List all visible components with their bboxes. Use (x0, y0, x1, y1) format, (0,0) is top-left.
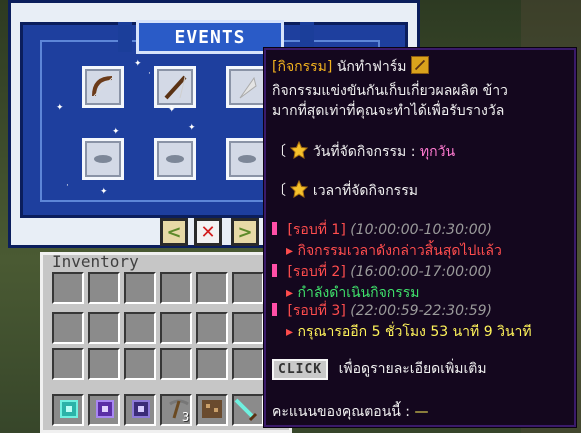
inventory-slot[interactable] (196, 272, 228, 304)
ore-block-icon[interactable] (200, 398, 224, 420)
inventory-slot[interactable] (88, 348, 120, 380)
click-button[interactable]: CLICK (272, 359, 329, 380)
inventory-title: Inventory (52, 252, 139, 271)
inventory-slot[interactable] (232, 272, 264, 304)
round-3-time: (22:00:59-22:30:59) (350, 303, 492, 319)
inventory-slot[interactable] (196, 312, 228, 344)
event-slot-feather[interactable] (226, 66, 268, 108)
inventory-slot[interactable] (124, 348, 156, 380)
event-day-row: 〔 วันที่จัดกิจกรรม : ทุกวัน (272, 141, 455, 163)
inventory-slot[interactable] (52, 312, 84, 344)
diamond-sword-icon[interactable] (232, 396, 260, 422)
arrow-icon: ▸ (286, 243, 294, 259)
event-slot-bow[interactable] (82, 66, 124, 108)
round-1-status: กิจกรรมเวลาดังกล่าวสิ้นสุดไปแล้ว (297, 243, 502, 259)
score-row: คะแนนของคุณตอนนี้ : — (272, 401, 428, 423)
sparkle-icon: ✦ (168, 105, 176, 115)
next-page-button[interactable]: > (231, 218, 259, 246)
event-slot-empty[interactable] (226, 138, 268, 180)
round-3-status-row: ▸ กรุณารออีก 5 ชั่วโมง 53 นาที 9 วินาที (286, 321, 532, 343)
round-1-status-row: ▸ กิจกรรมเวลาดังกล่าวสิ้นสุดไปแล้ว (286, 240, 502, 262)
event-slot-fishing-rod[interactable] (154, 66, 196, 108)
inventory-slot[interactable] (232, 348, 264, 380)
round-2-status: กำลังดำเนินกิจกรรม (297, 285, 420, 301)
inventory-slot[interactable] (160, 272, 192, 304)
bow-icon (92, 76, 113, 97)
inventory-slot[interactable] (160, 348, 192, 380)
round-3-header: [รอบที่ 3] (22:00:59-22:30:59) (272, 300, 492, 322)
sparkle-icon: ✦ (112, 127, 120, 137)
tooltip-desc-1: กิจกรรมแข่งขันกันเก็บเกี่ยวผลผลิต ข้าว (272, 83, 508, 99)
inventory-slot[interactable] (88, 272, 120, 304)
score-label: คะแนนของคุณตอนนี้ : (272, 404, 411, 420)
sparkle-icon: ✦ (134, 59, 142, 69)
inventory-slot[interactable] (196, 348, 228, 380)
inventory-slot[interactable] (52, 272, 84, 304)
close-button[interactable]: ✕ (194, 218, 222, 246)
sparkle-icon: ✦ (56, 103, 64, 113)
empty-slot-icon (166, 155, 184, 163)
sparkle-icon: ✦ (188, 123, 196, 133)
round-3-status: กรุณารออีก 5 ชั่วโมง 53 นาที 9 วินาที (297, 324, 532, 340)
empty-slot-icon (238, 155, 256, 163)
round-1-label: [รอบที่ 1] (287, 222, 346, 238)
tooltip-desc-2: มากที่สุดเท่าที่คุณจะทำได้เพื่อรับรางวัล (272, 103, 505, 119)
tooltip-title-name: นักทำฟาร์ม (336, 59, 407, 75)
click-description: เพื่อดูรายละเอียดเพิ่มเติม (338, 361, 487, 377)
glass-pane-icon[interactable] (58, 398, 80, 420)
sparkle-icon: · (66, 181, 69, 191)
event-time-label: เวลาที่จัดกิจกรรม (312, 183, 418, 199)
round-marker (272, 222, 277, 235)
previous-page-button[interactable]: < (160, 218, 188, 246)
score-value: — (414, 404, 429, 420)
event-time-row: 〔 เวลาที่จัดกิจกรรม (272, 180, 418, 202)
sparkle-icon: · (148, 69, 151, 79)
inventory-slot[interactable] (124, 312, 156, 344)
round-marker (272, 264, 277, 277)
bracket: 〔 (272, 183, 286, 199)
crystal-icon[interactable] (94, 398, 116, 420)
item-count: 3 (182, 410, 190, 424)
round-2-time: (16:00:00-17:00:00) (350, 264, 492, 280)
hoe-icon (410, 56, 429, 74)
inventory-slot[interactable] (88, 312, 120, 344)
event-slot-empty[interactable] (154, 138, 196, 180)
inventory-slot[interactable] (232, 312, 264, 344)
tooltip-title: [กิจกรรม] นักทำฟาร์ม (272, 56, 429, 78)
inventory-slot[interactable] (124, 272, 156, 304)
inventory-slot[interactable] (160, 312, 192, 344)
inventory-slot[interactable] (52, 348, 84, 380)
arrow-icon: ▸ (286, 324, 294, 340)
round-1-time: (10:00:00-10:30:00) (350, 222, 492, 238)
event-slot-empty[interactable] (82, 138, 124, 180)
crystal-icon[interactable] (130, 398, 152, 420)
star-icon (290, 180, 309, 198)
bracket: 〔 (272, 144, 286, 160)
round-2-header: [รอบที่ 2] (16:00:00-17:00:00) (272, 261, 492, 283)
banner-flag-left (118, 22, 132, 52)
event-day-label: วันที่จัดกิจกรรม : (312, 144, 416, 160)
event-day-value: ทุกวัน (419, 144, 456, 160)
round-marker (272, 303, 277, 316)
arrow-icon: ▸ (286, 285, 294, 301)
sparkle-icon: ✦ (100, 187, 108, 197)
round-1-header: [รอบที่ 1] (10:00:00-10:30:00) (272, 219, 492, 241)
tooltip-title-tag: [กิจกรรม] (272, 59, 333, 75)
star-icon (290, 141, 309, 159)
round-3-label: [รอบที่ 3] (287, 303, 346, 319)
fishing-rod-icon (164, 75, 187, 100)
click-row: CLICK เพื่อดูรายละเอียดเพิ่มเติม (272, 358, 487, 380)
round-2-label: [รอบที่ 2] (287, 264, 346, 280)
empty-slot-icon (94, 155, 112, 163)
events-banner: EVENTS (136, 20, 284, 54)
feather-icon (239, 76, 257, 99)
